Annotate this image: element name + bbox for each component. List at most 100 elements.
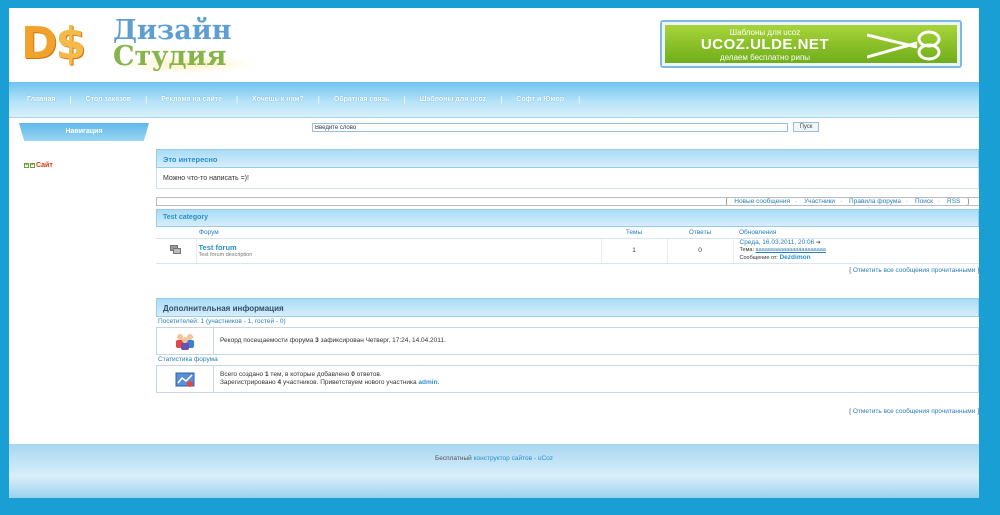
nav-item: Хочешь к нам? | xyxy=(244,95,326,104)
forum-top-links: [ Новые сообщения · Участники · Правила фо… xyxy=(156,197,979,206)
category-title[interactable]: Test category xyxy=(156,209,979,227)
forum-category: Test category Форум Темы Ответы Обновлен… xyxy=(156,209,979,264)
nav-link-templates[interactable]: Шаблоны для ucoz xyxy=(411,96,494,103)
visitors-total: 1 xyxy=(200,318,205,325)
stats-label[interactable]: Статистика форума xyxy=(158,356,218,363)
last-author-link[interactable]: Dezdimon xyxy=(779,254,810,261)
info-title: Это интересно xyxy=(156,149,979,168)
header: D$ Дизайн Студия Шаблоны для ucoz UCOZ.U… xyxy=(9,8,979,82)
record-row: Рекорд посещаемости форума 3 зафиксирова… xyxy=(156,327,979,355)
stats-l1-pre: Всего создано xyxy=(220,371,264,378)
forum-link[interactable]: Test forum xyxy=(199,243,601,252)
newest-member-link[interactable]: admin xyxy=(418,379,437,386)
logo-line2: Студия xyxy=(113,41,227,72)
stats-l1-mid: тем, в которые добавлено xyxy=(270,371,350,378)
mark-read-top: [ Отметить все сообщения прочитанными ] xyxy=(849,267,979,274)
page: D$ Дизайн Студия Шаблоны для ucoz UCOZ.U… xyxy=(9,8,979,498)
scissors-icon xyxy=(867,30,941,61)
record-text: Рекорд посещаемости форума 3 зафиксирова… xyxy=(214,328,446,354)
ad-banner-inner: Шаблоны для ucoz UCOZ.ULDE.NET делаем бе… xyxy=(665,25,957,63)
link-separator: · xyxy=(906,198,909,205)
forum-last-update: Среда, 16.03.2011, 20:06 ➔ Тема: ааааааа… xyxy=(733,238,979,264)
nav-link-home[interactable]: Главная xyxy=(19,96,63,103)
nav-separator: | xyxy=(403,95,406,104)
users-icon-cell xyxy=(157,328,214,354)
sidebar-title: Навигация xyxy=(19,123,149,141)
visitors-line: Посетителей: 1 (участников - 1, гостей -… xyxy=(156,317,979,327)
nav-link-soft[interactable]: Софт и Юмор xyxy=(508,96,572,103)
visitors-close: ) xyxy=(283,318,286,325)
search-button[interactable]: Пуск xyxy=(793,122,819,132)
info-box: Это интересно Можно что-то написать =)! xyxy=(156,149,979,189)
link-rss[interactable]: RSS xyxy=(947,198,960,205)
stats-icon-cell xyxy=(157,366,214,392)
forum-description: Test forum description xyxy=(198,252,253,258)
banner-main-text: UCOZ.ULDE.NET xyxy=(700,36,830,53)
mark-all-read-link[interactable]: Отметить все сообщения прочитанными xyxy=(853,267,976,274)
nav-list: Главная | Стол заказов | Реклама на сайте |… xyxy=(19,95,586,104)
stats-l2-pre: Зарегистрировано xyxy=(220,379,276,386)
search-input[interactable] xyxy=(312,123,788,132)
link-forum-rules[interactable]: Правила форума xyxy=(849,198,901,205)
bracket-close: ] xyxy=(977,408,979,415)
category-title-link[interactable]: Test category xyxy=(163,214,208,221)
mark-all-read-link[interactable]: Отметить все сообщения прочитанными xyxy=(853,408,976,415)
forum-icon-cell xyxy=(156,238,197,264)
forum-table: Форум Темы Ответы Обновления Test forum … xyxy=(156,227,979,264)
nav-link-join[interactable]: Хочешь к нам? xyxy=(244,96,312,103)
link-members[interactable]: Участники xyxy=(804,198,835,205)
stats-l2-end: . xyxy=(437,379,440,386)
search-form: Пуск xyxy=(312,122,819,133)
nav-item: Реклама на сайте | xyxy=(153,95,244,104)
stats-l1-replies: 0 xyxy=(351,371,355,378)
stats-l1-topics: 1 xyxy=(264,371,269,378)
nav-item: Обратная связь | xyxy=(326,95,412,104)
sidebar-item-site[interactable]: + + Сайт xyxy=(24,162,53,169)
logo-ds-mark: D$ xyxy=(21,18,86,69)
forum-folder-icon xyxy=(169,244,182,255)
banner-bottom-text: делаем бесплатно рипы xyxy=(719,53,811,62)
nav-link-feedback[interactable]: Обратная связь xyxy=(326,96,398,103)
nav-link-ads[interactable]: Реклама на сайте xyxy=(153,96,230,103)
visitors-open: (участников - xyxy=(205,318,246,325)
link-search[interactable]: Поиск xyxy=(915,198,933,205)
message-from-label: Сообщение от: xyxy=(739,255,778,261)
nav-item: Стол заказов | xyxy=(78,95,154,104)
stats-label-line: Статистика форума xyxy=(156,355,979,365)
last-update-link[interactable]: Среда, 16.03.2011, 20:06 xyxy=(740,239,815,246)
visitors-label[interactable]: Посетителей: xyxy=(158,318,199,325)
bracket-open: [ xyxy=(849,408,852,415)
nav-separator: | xyxy=(500,95,503,104)
stats-line-2: Зарегистрировано 4 участников. Приветств… xyxy=(220,379,439,387)
record-line: Рекорд посещаемости форума 3 зафиксирова… xyxy=(220,337,446,345)
topic-label: Тема: xyxy=(739,247,754,253)
col-topics: Темы xyxy=(601,227,667,239)
goto-arrow-icon[interactable]: ➔ xyxy=(816,240,821,246)
nav-link-orders[interactable]: Стол заказов xyxy=(78,96,140,103)
sidebar: Навигация + + Сайт xyxy=(15,123,152,203)
mark-read-bottom: [ Отметить все сообщения прочитанными ] xyxy=(849,408,979,415)
ad-banner[interactable]: Шаблоны для ucoz UCOZ.ULDE.NET делаем бе… xyxy=(660,20,962,68)
site-logo[interactable]: D$ Дизайн Студия xyxy=(21,14,261,78)
stats-l1-post: ответов. xyxy=(356,371,382,378)
col-replies: Ответы xyxy=(667,227,733,239)
forum-name-cell: Test forum Test forum description xyxy=(196,238,602,264)
footer-ucoz-link[interactable]: конструктор сайтов - uCoz xyxy=(474,455,553,462)
bracket-open: [ xyxy=(849,267,852,274)
link-new-messages[interactable]: Новые сообщения xyxy=(734,198,790,205)
link-separator: · xyxy=(840,198,843,205)
record-post: зафиксирован Четверг, 17:24, 14.04.2011. xyxy=(320,337,446,344)
forum-topics-count: 1 xyxy=(601,238,668,264)
expand-icon[interactable]: + xyxy=(24,163,29,168)
nav-separator: | xyxy=(578,95,581,104)
footer: Бесплатный конструктор сайтов - uCoz xyxy=(9,444,979,498)
stats-l2-num: 4 xyxy=(277,379,282,386)
expand-icon: + xyxy=(30,162,35,168)
nav-separator: | xyxy=(69,95,72,104)
nav-item: Главная | xyxy=(19,95,78,104)
main-nav: Главная | Стол заказов | Реклама на сайте |… xyxy=(9,82,979,118)
last-topic-link[interactable]: ааааааааааааааааааааааа xyxy=(756,247,826,253)
stats-icon xyxy=(175,372,195,387)
record-number: 3 xyxy=(315,337,319,344)
forum-replies-count: 0 xyxy=(667,238,734,264)
